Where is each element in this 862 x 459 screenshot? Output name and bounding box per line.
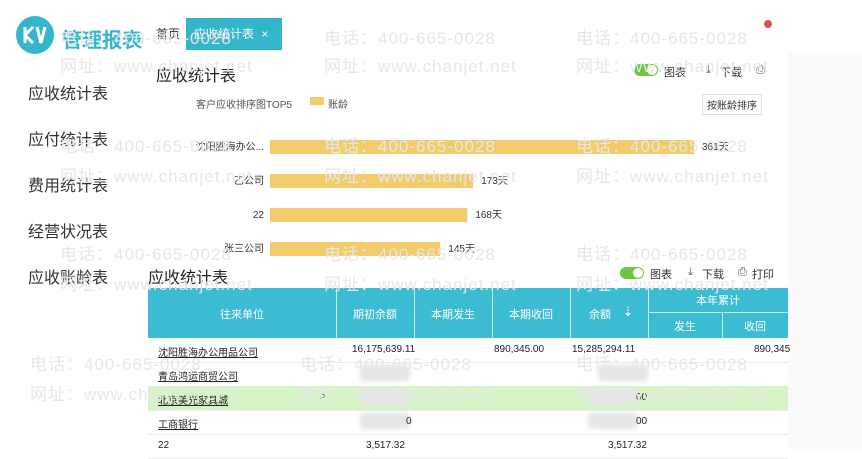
tab-home[interactable]: 首页 [148,18,188,50]
cell-unit[interactable]: 工商银行 [158,416,198,431]
sort-icon[interactable]: ⇣ [622,304,634,320]
bar-value-label: 361天 [702,142,729,153]
table-row[interactable]: 青岛鸿运商贸公司 [148,362,788,387]
sidebar-item-payable[interactable]: 应付统计表 [28,126,108,150]
app-brand: 管理报表 [62,30,142,52]
window-close-icon[interactable] [764,20,772,28]
table-row[interactable]: 22 3,517.32 3,517.32 [148,434,788,459]
sidebar-item-receivable[interactable]: 应收统计表 [28,80,108,104]
cell-balance: 3,517.32 [608,440,647,451]
cell-year-recv: 890,345 [754,344,791,355]
sidebar-item-expense[interactable]: 费用统计表 [28,172,108,196]
tab-receivable[interactable]: 应收统计表 × [186,18,282,50]
table-row[interactable]: 沈阳胜海办公用品公司 16,175,639.11 890,345.00 15,2… [148,338,791,363]
col-opening: 期初余额 [353,309,397,321]
tab-label: 应收统计表 [194,27,255,41]
cell-unit[interactable]: 北京美光家具城 [158,392,228,407]
table-panel: 应收统计表 图表 ⤓ 下载 ⎙ 打印 往来单位 期初余额 本期发生 本期收回 余… [148,262,791,459]
search-icon[interactable]: ⌕ [320,390,326,403]
col-unit: 往来单位 [220,309,264,321]
category-label: 22 [253,210,265,221]
bar[interactable] [270,208,468,222]
download-icon[interactable]: ⤓ [688,266,693,279]
cell-unit[interactable]: 沈阳胜海办公用品公司 [158,344,258,359]
col-year-occur: 发生 [674,321,696,333]
table-panel-title: 应收统计表 [148,270,229,287]
cell-unit[interactable]: 22 [158,440,169,451]
col-year-total: 本年累计 [696,295,740,307]
table-chart-toggle[interactable] [620,267,644,279]
bar[interactable] [270,140,694,154]
col-current-occur: 本期发生 [431,309,475,321]
table-toggle-label: 图表 [650,269,672,281]
bar[interactable] [270,174,474,188]
logo-icon [16,16,54,54]
col-balance[interactable]: 余额 [570,306,630,322]
col-year-recv: 收回 [744,321,766,333]
cell-unit[interactable]: 青岛鸿运商贸公司 [158,368,238,383]
bar-value-label: 145天 [448,244,475,255]
close-icon[interactable]: × [261,27,268,41]
col-current-recv: 本期收回 [509,309,553,321]
bar-value-label: 173天 [481,176,508,187]
table-row-selected[interactable]: 北京美光家具城 ⌕ 00 [148,386,788,411]
category-label: 乙公司 [234,175,264,187]
cell-balance: 00 [636,392,648,403]
category-label: 张三公司 [224,243,264,255]
sidebar-item-aging[interactable]: 应收账龄表 [28,264,108,288]
cell-opening: 0 [406,416,412,427]
tab-bar: 首页 应收统计表 × [148,18,862,52]
bar[interactable] [270,242,441,256]
sidebar: 管理报表 应收统计表 应付统计表 费用统计表 经营状况表 应收账龄表 [0,0,148,449]
cell-current-recv: 890,345.00 [494,344,545,355]
cell-opening: 16,175,639.11 [352,344,416,355]
cell-opening: 3,517.32 [366,440,405,451]
bar-chart: 沈阳胜海办公... 361天乙公司 173天 22 168天张三公司 145天 [196,140,729,256]
bar-value-label: 168天 [475,210,502,221]
print-button[interactable]: 打印 [752,266,774,282]
table-download-button[interactable]: 下载 [702,266,724,282]
background-strip [788,52,862,449]
sidebar-item-operation[interactable]: 经营状况表 [28,218,108,242]
printer-icon[interactable]: ⎙ [738,266,747,279]
chart-panel: 应收统计表 图表 ⤓ 下载 ⎙ 客户应收排序图TOP5 账龄 按账龄排序 沈阳胜… [148,52,780,262]
table-row[interactable]: 工商银行 0 00 [148,410,788,435]
table-header: 往来单位 期初余额 本期发生 本期收回 余额 ⇣ 本年累计 发生 收回 [148,288,788,338]
category-label: 沈阳胜海办公... [196,140,264,153]
cell-balance: 15,285,294.11 [572,344,636,355]
cell-balance: 00 [636,416,648,427]
